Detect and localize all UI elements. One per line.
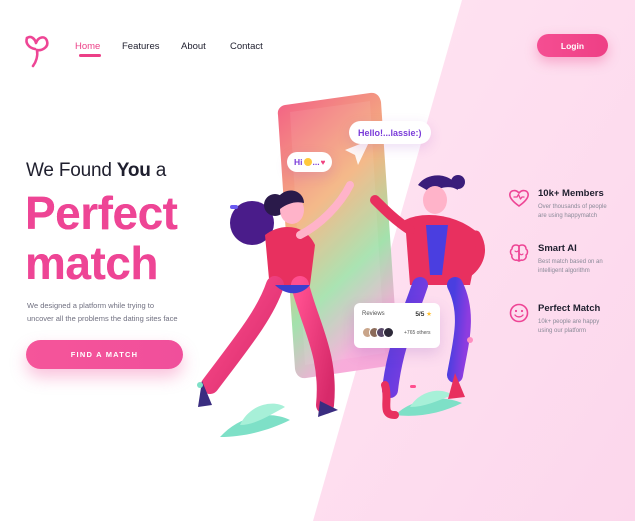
login-button[interactable]: Login [537, 34, 608, 57]
couple-phone-illustration [197, 92, 485, 437]
hero-headline-line1: Perfect [25, 187, 178, 239]
smiley-icon [509, 303, 529, 323]
smiley-emoji-icon [303, 158, 312, 166]
hello-speech-bubble: Hello!...lassie:) [349, 121, 431, 144]
nav-features-link[interactable]: Features [122, 41, 160, 52]
hi-speech-bubble: Hi... ♥ [287, 152, 333, 172]
hero-subtitle-suffix: a [150, 160, 167, 181]
reviews-score-value: 5/5 [415, 311, 425, 318]
feature-description-line2: using our platform [538, 328, 587, 334]
reviews-others-count: +765 others [404, 330, 431, 336]
nav-about-link[interactable]: About [181, 41, 206, 52]
hero-headline-line2: match [25, 237, 158, 289]
feature-description-line1: Over thousands of people [538, 204, 607, 210]
feature-description-line2: intelligent algorithm [538, 268, 590, 274]
reviewer-avatars [362, 327, 394, 338]
reviews-score: 5/5 ★ [415, 310, 432, 318]
feature-description: 10k+ people are happy using our platform [538, 318, 635, 336]
nav-contact-link[interactable]: Contact [230, 41, 263, 52]
brand-logo-icon[interactable] [22, 34, 50, 68]
feature-description-line1: Best match based on an [538, 259, 603, 265]
avatar [383, 327, 394, 338]
landing-page: Home Features About Contact Login We Fou… [0, 0, 635, 521]
feature-title: Smart AI [538, 243, 577, 254]
nav-active-underline [79, 54, 101, 57]
hero-subtitle-prefix: We Found [26, 160, 117, 181]
brain-icon [509, 244, 529, 262]
hero-subtitle-bold: You [116, 160, 151, 181]
ground-leaves [220, 390, 462, 437]
star-icon: ★ [426, 311, 432, 318]
hero-subtitle: We Found You a [26, 160, 166, 182]
feature-description-line2: are using happymatch [538, 213, 598, 219]
feature-description-line1: 10k+ people are happy [538, 319, 600, 325]
feature-title: 10k+ Members [538, 188, 604, 199]
reviews-card: Reviews 5/5 ★ +765 others [354, 303, 440, 348]
hi-bubble-text: Hi [294, 157, 303, 167]
nav-home-link[interactable]: Home [75, 41, 100, 52]
find-a-match-button[interactable]: FIND A MATCH [26, 340, 183, 369]
heart-outline-icon [509, 189, 529, 207]
reviews-label: Reviews [362, 311, 385, 317]
hero-headline: Perfect match [25, 187, 178, 289]
feature-title: Perfect Match [538, 303, 601, 314]
feature-description: Over thousands of people are using happy… [538, 203, 635, 221]
feature-description: Best match based on an intelligent algor… [538, 258, 635, 276]
hi-bubble-dots: ... [312, 157, 320, 167]
heart-icon: ♥ [320, 157, 326, 167]
